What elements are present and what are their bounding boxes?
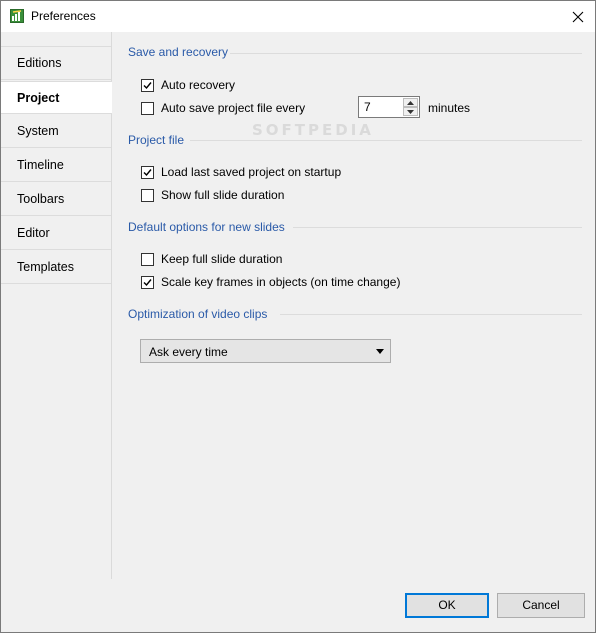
auto-save-interval-spinner[interactable]: 7	[358, 96, 420, 118]
chevron-down-icon	[376, 349, 384, 354]
softpedia-watermark: SOFTPEDIA	[252, 121, 374, 139]
show-full-duration-label: Show full slide duration	[161, 188, 285, 202]
sidebar-item-project[interactable]: Project	[1, 81, 112, 114]
sidebar-item-editions[interactable]: Editions	[1, 47, 111, 80]
load-last-label: Load last saved project on startup	[161, 165, 342, 179]
arrow-up-icon	[407, 100, 414, 105]
ok-button[interactable]: OK	[405, 593, 489, 618]
auto-save-label: Auto save project file every	[161, 101, 306, 115]
show-full-duration-checkbox[interactable]	[141, 188, 154, 202]
auto-recovery-label: Auto recovery	[161, 78, 236, 92]
close-button[interactable]	[561, 1, 595, 32]
preferences-window: Preferences Editions Project System Time…	[0, 0, 596, 633]
section-divider	[280, 314, 582, 315]
sidebar-item-timeline[interactable]: Timeline	[1, 149, 111, 182]
sidebar-item-templates[interactable]: Templates	[1, 251, 111, 284]
load-last-checkbox[interactable]	[141, 165, 154, 179]
video-optimization-selected: Ask every time	[149, 345, 228, 359]
section-title-project-file: Project file	[128, 133, 185, 147]
scale-key-frames-checkbox-row[interactable]: Scale key frames in objects (on time cha…	[141, 274, 400, 290]
spin-up-button[interactable]	[403, 98, 418, 107]
keep-full-duration-checkbox[interactable]	[141, 252, 154, 266]
section-title-default-options: Default options for new slides	[128, 220, 285, 234]
checkmark-icon	[143, 81, 152, 89]
scale-key-frames-label: Scale key frames in objects (on time cha…	[161, 275, 401, 289]
interval-unit-label: minutes	[428, 101, 471, 115]
category-sidebar: Editions Project System Timeline Toolbar…	[1, 32, 112, 579]
cancel-button[interactable]: Cancel	[497, 593, 585, 618]
keep-full-duration-checkbox-row[interactable]: Keep full slide duration	[141, 251, 282, 267]
project-settings-panel: Save and recovery Auto recovery Auto sav…	[112, 32, 595, 579]
sidebar-item-system[interactable]: System	[1, 115, 111, 148]
window-title: Preferences	[31, 9, 96, 23]
app-icon	[10, 9, 24, 23]
arrow-down-icon	[407, 109, 414, 114]
dialog-footer: OK Cancel	[1, 579, 595, 632]
title-bar: Preferences	[1, 1, 595, 32]
spin-down-button[interactable]	[403, 107, 418, 116]
sidebar-item-editor[interactable]: Editor	[1, 217, 111, 250]
scale-key-frames-checkbox[interactable]	[141, 275, 154, 289]
section-divider	[230, 53, 582, 54]
section-title-video-optimization: Optimization of video clips	[128, 307, 268, 321]
show-full-duration-checkbox-row[interactable]: Show full slide duration	[141, 187, 284, 203]
interval-value[interactable]: 7	[364, 100, 371, 114]
section-divider	[190, 140, 582, 141]
keep-full-duration-label: Keep full slide duration	[161, 252, 283, 266]
checkmark-icon	[143, 168, 152, 176]
auto-save-checkbox-row[interactable]: Auto save project file every	[141, 100, 305, 116]
section-title-save-recovery: Save and recovery	[128, 45, 229, 59]
video-optimization-select[interactable]: Ask every time	[140, 339, 391, 363]
load-last-checkbox-row[interactable]: Load last saved project on startup	[141, 164, 341, 180]
auto-recovery-checkbox[interactable]	[141, 78, 154, 92]
checkmark-icon	[143, 278, 152, 286]
auto-recovery-checkbox-row[interactable]: Auto recovery	[141, 77, 235, 93]
sidebar-item-toolbars[interactable]: Toolbars	[1, 183, 111, 216]
close-icon	[572, 11, 584, 22]
section-divider	[293, 227, 582, 228]
auto-save-checkbox[interactable]	[141, 101, 154, 115]
